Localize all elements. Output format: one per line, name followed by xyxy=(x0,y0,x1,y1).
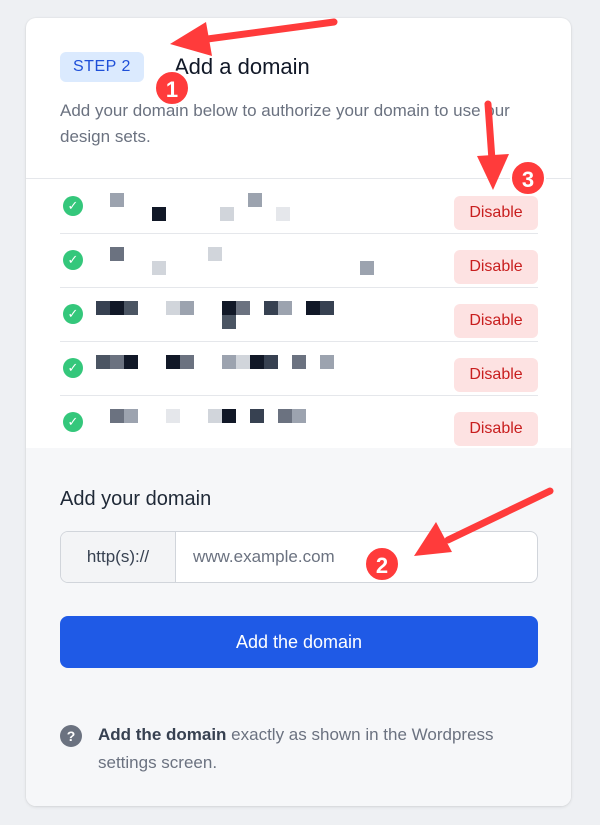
domain-row: ✓ Disable xyxy=(60,234,538,288)
add-domain-button[interactable]: Add the domain xyxy=(60,616,538,668)
domain-input[interactable] xyxy=(177,532,537,582)
redacted-domain xyxy=(96,348,376,390)
step-badge: STEP 2 xyxy=(60,52,144,82)
domain-row: ✓ Disable xyxy=(60,342,538,396)
domain-row: ✓ Disable xyxy=(60,396,538,448)
domain-row: ✓ Disable xyxy=(60,180,538,234)
disable-button[interactable]: Disable xyxy=(454,358,538,392)
check-icon: ✓ xyxy=(63,250,83,270)
card-header: STEP 2 Add a domain Add your domain belo… xyxy=(26,18,571,179)
domain-row: ✓ Disable xyxy=(60,288,538,342)
disable-button[interactable]: Disable xyxy=(454,250,538,284)
redacted-domain xyxy=(96,186,376,228)
redacted-domain xyxy=(96,402,376,444)
disable-button[interactable]: Disable xyxy=(454,412,538,446)
page-description: Add your domain below to authorize your … xyxy=(60,101,510,146)
check-icon: ✓ xyxy=(63,304,83,324)
domain-input-group: http(s):// xyxy=(60,531,538,583)
check-icon: ✓ xyxy=(63,412,83,432)
redacted-domain xyxy=(96,294,376,336)
protocol-prefix: http(s):// xyxy=(61,532,176,582)
help-strong: Add the domain xyxy=(98,725,227,744)
domain-card: STEP 2 Add a domain Add your domain belo… xyxy=(26,18,571,806)
disable-button[interactable]: Disable xyxy=(454,196,538,230)
check-icon: ✓ xyxy=(63,358,83,378)
add-domain-label: Add your domain xyxy=(60,488,212,510)
check-icon: ✓ xyxy=(63,196,83,216)
help-text: Add the domain exactly as shown in the W… xyxy=(98,721,508,777)
disable-button[interactable]: Disable xyxy=(454,304,538,338)
question-icon: ? xyxy=(60,725,82,747)
domain-list: ✓ Disable ✓ Disable ✓ Disable ✓ Disable … xyxy=(60,180,538,448)
add-domain-section: Add your domain http(s):// Add the domai… xyxy=(26,448,571,806)
redacted-domain xyxy=(96,240,376,282)
page-title: Add a domain xyxy=(174,54,310,79)
